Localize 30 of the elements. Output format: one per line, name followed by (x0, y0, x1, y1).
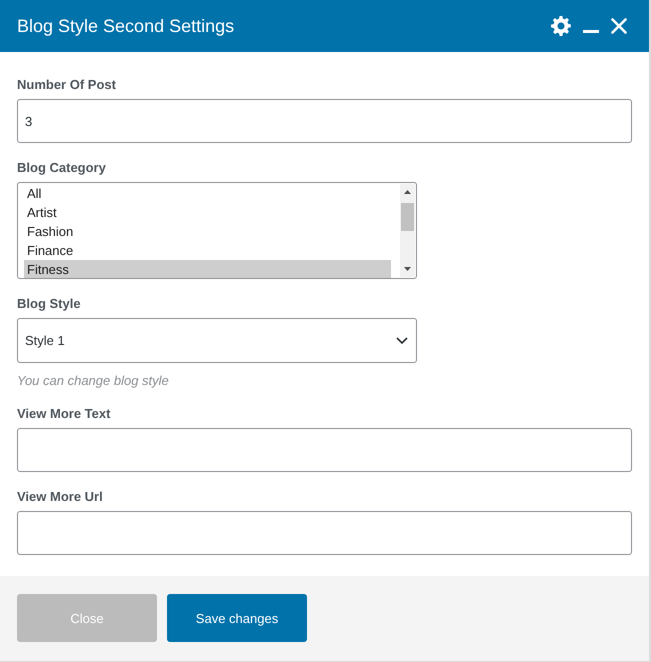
chevron-down-icon (396, 337, 408, 344)
list-option[interactable]: Fashion (24, 222, 391, 241)
minimize-icon (583, 30, 599, 32)
text-input[interactable] (17, 428, 632, 472)
style-dropdown[interactable]: Style 1 (17, 318, 417, 363)
settings-icon (551, 16, 571, 36)
scroll-down-icon (404, 267, 411, 271)
close-icon (611, 18, 627, 34)
field-label: View More Text (17, 406, 110, 422)
dropdown-value: Style 1 (25, 333, 65, 348)
scroll-up-icon (404, 190, 411, 194)
window-title: Blog Style Second Settings (17, 16, 236, 36)
list-option[interactable]: Finance (24, 241, 391, 260)
save-button[interactable]: Save changes (167, 594, 307, 642)
settings-button[interactable] (551, 16, 571, 36)
field-label: View More Url (17, 489, 103, 505)
list-option[interactable]: Artist (24, 203, 391, 222)
field-label: Number Of Post (17, 77, 116, 93)
text-input[interactable] (17, 511, 632, 555)
close-button[interactable] (611, 18, 627, 34)
scrollbar[interactable] (400, 184, 415, 277)
field-label: Blog Style (17, 296, 81, 312)
list-option[interactable]: Fitness (24, 260, 391, 278)
text-input[interactable]: 3 (17, 99, 632, 143)
scrollbar-thumb[interactable] (401, 203, 414, 231)
field-label: Blog Category (17, 160, 106, 176)
category-listbox[interactable]: All Artist Fashion Finance Fitness (17, 182, 417, 279)
minimize-button[interactable] (583, 30, 599, 32)
help-text: You can change blog style (17, 373, 169, 389)
list-option[interactable]: All (24, 184, 391, 203)
